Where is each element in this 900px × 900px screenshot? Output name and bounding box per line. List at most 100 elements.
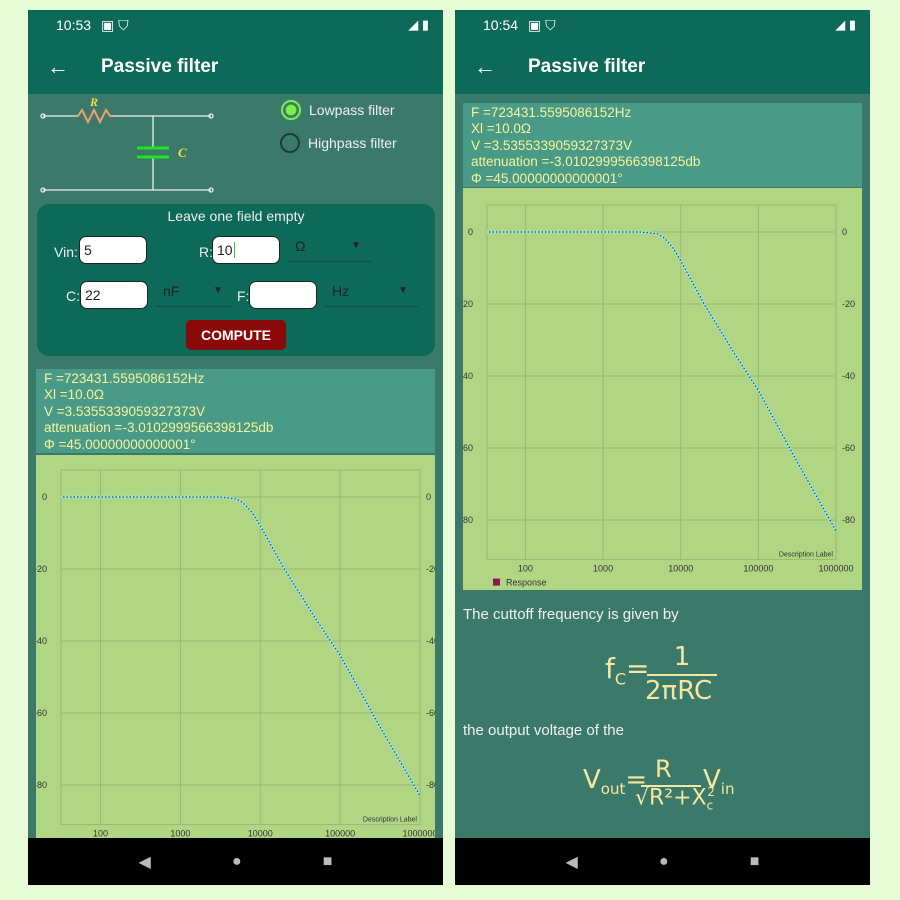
- x-tick-label: 1000000: [402, 829, 435, 838]
- result-phase: Φ =45.00000000000001°: [471, 170, 623, 186]
- r-label: R:: [199, 244, 213, 260]
- y-tick-label-right: -80: [842, 515, 855, 525]
- notification-icons: ▣ ⛉: [528, 16, 556, 33]
- cutoff-text: The cuttoff frequency is given by: [463, 606, 679, 623]
- f-unit-select[interactable]: Hz ▼: [324, 283, 418, 307]
- chart-description: Description Label: [779, 552, 834, 559]
- recents-nav-icon[interactable]: ■: [323, 853, 333, 871]
- r-value: 10: [217, 242, 233, 258]
- result-reactance: Xl =10.0Ω: [44, 387, 105, 403]
- x-tick-label: 10000: [668, 564, 693, 574]
- input-form: Leave one field empty Vin: 5 R: 10 Ω ▼ C:…: [37, 204, 435, 356]
- screen-input: 10:53 ▣ ⛉ ◢ ▮ ← Passive filter R C Lowpass …: [28, 10, 443, 885]
- back-nav-icon[interactable]: ◀: [566, 852, 578, 872]
- result-voltage: V =3.5355339059327373V: [471, 137, 633, 153]
- vin-input[interactable]: 5: [79, 236, 147, 264]
- signal-battery-icon: ◢ ▮: [408, 17, 429, 32]
- legend-label: Response: [506, 578, 547, 588]
- y-tick-label-left: -20: [36, 564, 47, 574]
- x-tick-label: 100: [93, 829, 108, 838]
- y-tick-label-right: -60: [426, 708, 435, 718]
- y-tick-label-left: -60: [36, 708, 47, 718]
- result-attenuation: attenuation =-3.0102999566398125db: [44, 420, 274, 436]
- response-chart[interactable]: 0 0 -20 -20 -40 -40 -60 -60 -80 -80 100 1000 10000 10…: [460, 188, 862, 590]
- recents-nav-icon[interactable]: ■: [750, 853, 760, 871]
- y-tick-label-right: -80: [426, 780, 435, 790]
- status-bar: 10:53 ▣ ⛉ ◢ ▮: [28, 10, 443, 40]
- circuit-diagram: R C: [40, 98, 214, 193]
- result-reactance: Xl =10.0Ω: [471, 121, 532, 137]
- result-voltage: V =3.5355339059327373V: [44, 403, 206, 419]
- result-phase: Φ =45.00000000000001°: [44, 436, 196, 452]
- page-title: Passive filter: [528, 56, 646, 77]
- radio-checked-icon: [281, 100, 301, 120]
- home-nav-icon[interactable]: ●: [232, 853, 242, 871]
- result-frequency: F =723431.5595086152Hz: [471, 105, 632, 120]
- response-chart[interactable]: 0 0 -20 -20 -40 -40 -60 -60 -80 -80 100 1000 10000 10…: [34, 455, 439, 839]
- y-tick-label-right: 0: [842, 227, 847, 237]
- text-cursor: [233, 242, 235, 258]
- f-input[interactable]: [249, 281, 317, 309]
- back-arrow-icon[interactable]: ←: [455, 54, 515, 80]
- dropdown-arrow-icon: ▼: [351, 240, 361, 251]
- c-unit-select[interactable]: nF ▼: [155, 283, 233, 307]
- y-tick-label-left: -20: [463, 299, 473, 309]
- x-tick-label: 1000: [170, 829, 190, 838]
- output-voltage-text: the output voltage of the: [463, 722, 624, 739]
- form-hint: Leave one field empty: [167, 208, 305, 224]
- compute-button[interactable]: COMPUTE: [186, 320, 286, 350]
- notification-icons: ▣ ⛉: [101, 16, 129, 33]
- app-bar: ← Passive filter: [28, 40, 443, 94]
- back-arrow-icon[interactable]: ←: [28, 54, 88, 80]
- response-line: [61, 496, 421, 797]
- clock: 10:53: [56, 17, 92, 33]
- x-tick-label: 100000: [325, 829, 355, 838]
- y-tick-label-left: 0: [42, 492, 47, 502]
- y-tick-label-left: -40: [463, 371, 473, 381]
- dropdown-arrow-icon: ▼: [213, 285, 223, 296]
- radio-lowpass[interactable]: Lowpass filter: [281, 100, 395, 120]
- result-attenuation: attenuation =-3.0102999566398125db: [471, 154, 701, 170]
- response-points: [61, 495, 422, 797]
- f-unit: Hz: [332, 283, 350, 299]
- y-tick-label-right: -20: [426, 564, 435, 574]
- radio-label: Lowpass filter: [309, 102, 395, 118]
- dropdown-arrow-icon: ▼: [398, 285, 408, 296]
- home-nav-icon[interactable]: ●: [659, 853, 669, 871]
- resistor-symbol: [77, 107, 113, 125]
- c-unit: nF: [163, 283, 180, 299]
- radio-label: Highpass filter: [308, 135, 397, 151]
- result-frequency: F =723431.5595086152Hz: [44, 371, 205, 386]
- plot-frame: [60, 469, 421, 826]
- c-input[interactable]: 22: [80, 281, 148, 309]
- radio-unchecked-icon: [280, 133, 300, 153]
- screen-results: 10:54 ▣ ⛉ ◢ ▮ ← Passive filter F =723431.55…: [455, 10, 870, 885]
- y-tick-label-left: -60: [463, 443, 473, 453]
- radio-highpass[interactable]: Highpass filter: [280, 133, 397, 153]
- r-unit-select[interactable]: Ω ▼: [287, 238, 371, 262]
- navigation-bar: ◀ ● ■: [28, 838, 443, 885]
- y-tick-label-right: -40: [426, 636, 435, 646]
- status-bar: 10:54 ▣ ⛉ ◢ ▮: [455, 10, 870, 40]
- navigation-bar: ◀ ● ■: [455, 838, 870, 885]
- y-tick-label-right: -20: [842, 299, 855, 309]
- results-panel: F =723431.5595086152Hz Xl =10.0Ω V =3.5355…: [463, 103, 862, 187]
- capacitor-label: C: [178, 145, 187, 160]
- x-tick-label: 10000: [248, 829, 273, 838]
- y-tick-label-left: -80: [463, 515, 473, 525]
- y-tick-label-right: -40: [842, 371, 855, 381]
- plot-frame: [486, 204, 837, 561]
- c-label: C:: [66, 288, 80, 304]
- response-line: [487, 231, 837, 532]
- x-tick-label: 1000000: [818, 564, 853, 574]
- back-nav-icon[interactable]: ◀: [139, 852, 151, 872]
- legend-swatch: [493, 578, 500, 586]
- app-bar: ← Passive filter: [455, 40, 870, 94]
- response-points: [487, 230, 838, 532]
- f-label: F:: [237, 288, 250, 304]
- x-tick-label: 100000: [743, 564, 773, 574]
- clock: 10:54: [483, 17, 519, 33]
- chart-description: Description Label: [363, 817, 418, 824]
- r-input[interactable]: 10: [212, 236, 280, 264]
- x-tick-label: 1000: [593, 564, 613, 574]
